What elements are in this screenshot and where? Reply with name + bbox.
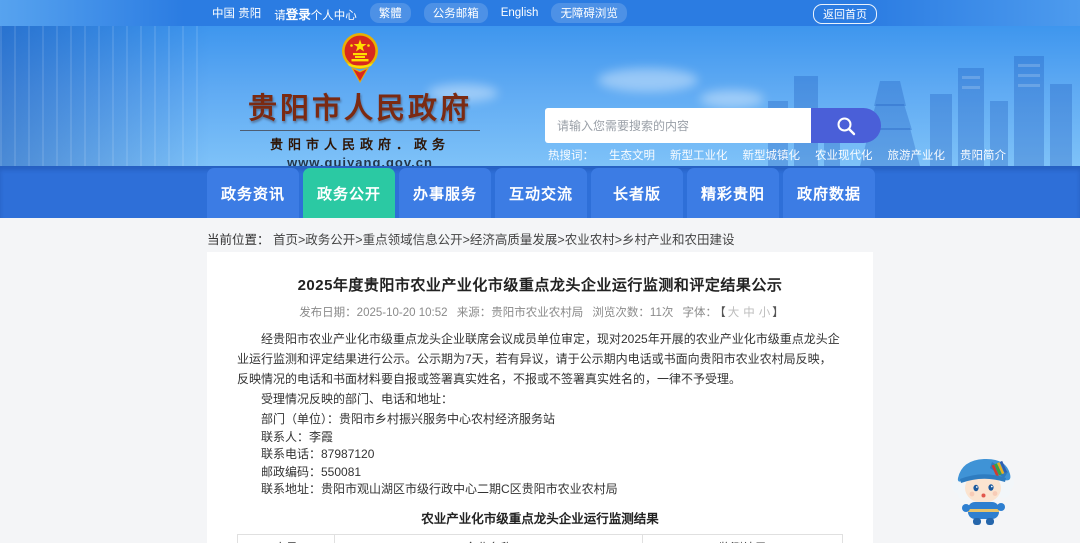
hot-search-item[interactable]: 贵阳简介	[960, 147, 1006, 163]
table-header-row: 序号 企业名称 监测结果	[237, 533, 843, 543]
site-subtitle: 贵阳市人民政府．政务	[269, 137, 450, 152]
top-utility-bar: 中国 贵阳 请登录个人中心 繁體 公务邮箱 English 无障碍浏览 返回首页	[0, 0, 1080, 26]
article-paragraph: 受理情况反映的部门、电话和地址：	[261, 392, 454, 406]
view-count: 浏览次数：11次	[592, 307, 674, 319]
header-company-name: 企业名称	[333, 533, 644, 543]
monitoring-result-table: 序号 企业名称 监测结果 1 贵州合力超市采购有限公司 合格 2 贵州友禾种业有…	[237, 533, 843, 543]
hot-search-item[interactable]: 新型工业化	[670, 147, 728, 163]
publish-date: 发布日期：2025-10-20 10:52	[299, 307, 448, 319]
login-bold: 登录	[285, 7, 311, 22]
contact-person: 联系人：李霞	[261, 429, 334, 444]
breadcrumb: 当前位置： 首页>政务公开>重点领域信息公开>经济高质量发展>农业农村>乡村产业…	[207, 229, 735, 248]
article-source: 来源：贵阳市农业农村局	[456, 307, 584, 319]
nav-item-hudong-jiaoliu[interactable]: 互动交流	[495, 168, 587, 218]
search-bar	[545, 108, 881, 143]
hot-search-item[interactable]: 农业现代化	[815, 147, 873, 163]
hot-search-label: 热搜词：	[548, 150, 594, 162]
topbar-link-china-guiyang[interactable]: 中国 贵阳	[212, 5, 261, 21]
site-name: 贵阳市人民政府	[247, 93, 472, 125]
header-left-decoration	[0, 26, 210, 166]
main-navigation: 政务资讯 政务公开 办事服务 互动交流 长者版 精彩贵阳 政府数据	[0, 166, 1080, 218]
header-seq: 序号	[237, 533, 335, 543]
cloud-decoration	[598, 68, 698, 92]
contact-info: 部门（单位）：贵阳市乡村振兴服务中心农村经济服务站 联系人：李霞 联系电话：87…	[237, 411, 843, 499]
site-logo[interactable]: 贵阳市人民政府 贵阳市人民政府．政务 www.guiyang.gov.cn	[226, 32, 494, 166]
national-emblem-icon	[342, 33, 378, 84]
bracket-close: 】	[772, 307, 784, 319]
article-meta: 发布日期：2025-10-20 10:52 来源：贵阳市农业农村局 浏览次数：1…	[237, 304, 843, 320]
contact-department: 部门（单位）：贵阳市乡村振兴服务中心农村经济服务站	[261, 412, 556, 426]
back-to-home-button[interactable]: 返回首页	[813, 4, 877, 24]
table-caption: 农业产业化市级重点龙头企业运行监测结果	[421, 511, 659, 526]
font-size-large[interactable]: 大	[728, 307, 740, 319]
hot-search-item[interactable]: 生态文明	[609, 147, 655, 163]
topbar-traditional-chinese[interactable]: 繁體	[369, 3, 411, 23]
contact-phone: 联系电话：87987120	[261, 447, 375, 461]
nav-item-zhengfu-shuju[interactable]: 政府数据	[783, 168, 875, 218]
login-prefix: 请	[274, 9, 286, 22]
search-button[interactable]	[811, 108, 881, 143]
hot-search-item[interactable]: 新型城镇化	[743, 147, 801, 163]
topbar-official-mail[interactable]: 公务邮箱	[423, 3, 488, 23]
login-suffix: 个人中心	[310, 9, 357, 22]
contact-address: 联系地址：贵阳市观山湖区市级行政中心二期C区贵阳市农业农村局	[261, 482, 618, 496]
mascot-icon	[952, 458, 1014, 525]
article-body: 经贵阳市农业产业化市级重点龙头企业联席会议成员单位审定，现对2025年开展的农业…	[237, 329, 843, 409]
site-url: www.guiyang.gov.cn	[287, 155, 433, 166]
nav-item-jingcai-guiyang[interactable]: 精彩贵阳	[687, 168, 779, 218]
article-paragraph: 经贵阳市农业产业化市级重点龙头企业联席会议成员单位审定，现对2025年开展的农业…	[237, 332, 840, 386]
topbar-english[interactable]: English	[501, 7, 539, 19]
search-input[interactable]	[545, 108, 811, 143]
nav-item-zhangzheban[interactable]: 长者版	[591, 168, 683, 218]
topbar-accessibility[interactable]: 无障碍浏览	[551, 3, 627, 23]
search-icon	[837, 117, 856, 135]
breadcrumb-label: 当前位置：	[207, 233, 270, 247]
topbar-links: 中国 贵阳 请登录个人中心 繁體 公务邮箱 English 无障碍浏览	[0, 3, 627, 23]
font-size-medium[interactable]: 中	[743, 307, 755, 319]
breadcrumb-path[interactable]: 首页>政务公开>重点领域信息公开>经济高质量发展>农业农村>乡村产业和农田建设	[273, 233, 735, 247]
contact-postcode: 邮政编码：550081	[261, 464, 362, 479]
nav-item-zhengwu-gongkai[interactable]: 政务公开	[303, 168, 395, 218]
article-title: 2025年度贵阳市农业产业化市级重点龙头企业运行监测和评定结果公示	[297, 277, 783, 294]
site-header: 贵阳市人民政府 贵阳市人民政府．政务 www.guiyang.gov.cn 热搜…	[0, 26, 1080, 166]
article-card: 2025年度贵阳市农业产业化市级重点龙头企业运行监测和评定结果公示 发布日期：2…	[207, 252, 873, 543]
cloud-decoration	[700, 90, 764, 108]
hot-search-item[interactable]: 旅游产业化	[888, 147, 946, 163]
font-size-small[interactable]: 小	[759, 307, 771, 319]
bracket-open: 【	[720, 307, 726, 319]
logo-divider	[240, 130, 480, 131]
nav-item-zhengwu-zixun[interactable]: 政务资讯	[207, 168, 299, 218]
nav-item-banshi-fuwu[interactable]: 办事服务	[399, 168, 491, 218]
topbar-login-link[interactable]: 请登录个人中心	[274, 4, 357, 23]
hot-search-row: 热搜词： 生态文明 新型工业化 新型城镇化 农业现代化 旅游产业化 贵阳简介	[548, 147, 1006, 163]
mascot-figure[interactable]	[948, 450, 1018, 531]
font-size-label: 字体：	[682, 307, 718, 319]
header-result: 监测结果	[642, 533, 843, 543]
